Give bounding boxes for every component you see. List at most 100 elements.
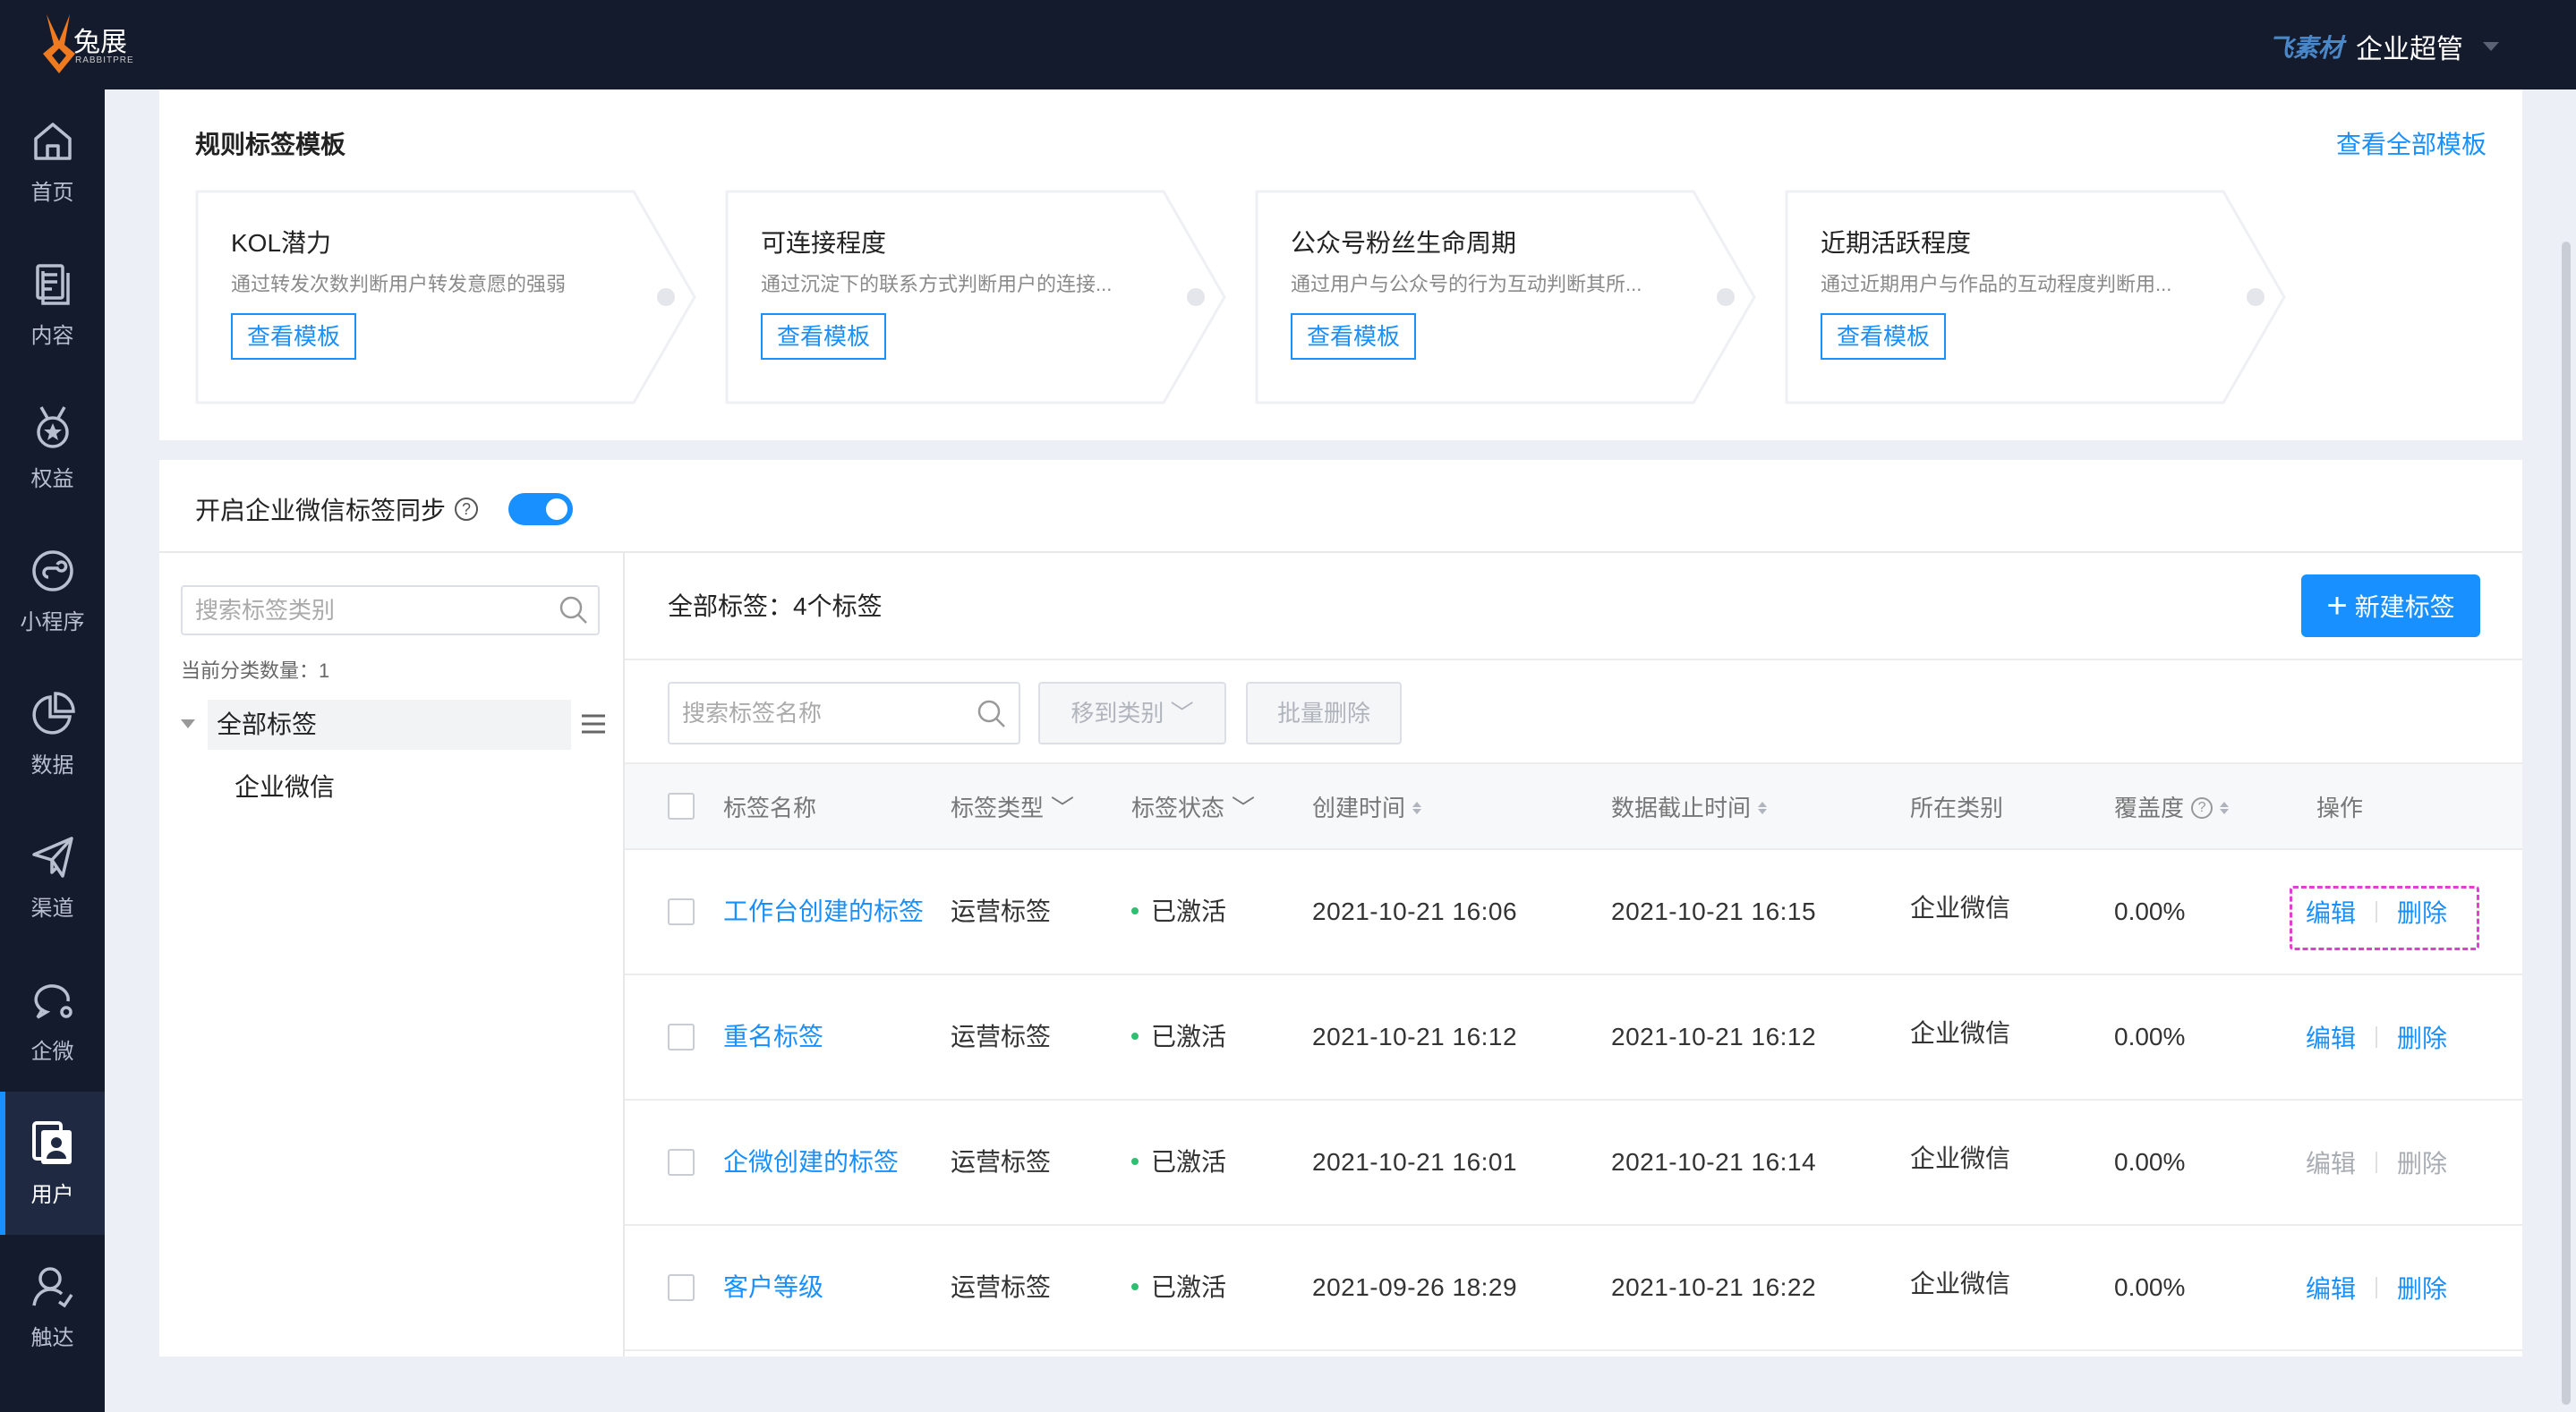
row-checkbox[interactable] — [668, 1274, 695, 1301]
tag-coverage: 0.00% — [2114, 897, 2186, 925]
column-header-created[interactable]: 创建时间 — [1312, 764, 1422, 852]
column-header-type[interactable]: 标签类型 ﹀ — [951, 764, 1074, 852]
sidebar-item-label: 小程序 — [20, 609, 85, 634]
sidebar-item-label: 权益 — [30, 466, 74, 491]
deadline-time: 2021-10-21 16:12 — [1611, 1023, 1817, 1050]
user-menu[interactable]: 飞素材 企业超管 — [2268, 27, 2499, 66]
pie-chart-icon — [31, 691, 75, 735]
search-icon[interactable] — [558, 594, 590, 626]
sidebar-item-users[interactable]: 用户 — [0, 1092, 105, 1235]
sidebar-item-reach[interactable]: 触达 — [0, 1235, 105, 1378]
logo-text: 兔展 — [73, 27, 127, 58]
created-time: 2021-10-21 16:06 — [1312, 897, 1518, 925]
view-template-button[interactable]: 查看模板 — [761, 313, 887, 360]
row-checkbox[interactable] — [668, 898, 695, 925]
column-header-coverage[interactable]: 覆盖度? — [2114, 764, 2230, 852]
template-card-fan-lifecycle: 公众号粉丝生命周期 通过用户与公众号的行为互动判断其所... 查看模板 — [1255, 190, 1756, 404]
edit-button[interactable]: 编辑 — [2306, 1019, 2356, 1055]
menu-icon[interactable] — [580, 710, 607, 737]
sort-icon — [1412, 802, 1422, 814]
divider — [625, 659, 2522, 660]
sidebar-item-content[interactable]: 内容 — [0, 233, 105, 376]
row-actions: 编辑 删除 — [2306, 1101, 2447, 1224]
column-header-name: 标签名称 — [723, 795, 817, 821]
view-template-button[interactable]: 查看模板 — [1291, 313, 1417, 360]
status-dot-icon — [1131, 906, 1139, 914]
sidebar-item-home[interactable]: 首页 — [0, 89, 105, 233]
tag-category: 企业微信 — [1910, 894, 2011, 922]
brand-label: 飞素材 — [2267, 34, 2343, 62]
sync-toggle[interactable] — [508, 493, 574, 525]
status-dot-icon — [1131, 1032, 1139, 1040]
move-to-category-button[interactable]: 移到类别 ﹀ — [1038, 682, 1226, 744]
delete-button[interactable]: 删除 — [2397, 1019, 2447, 1055]
template-card-title: 可连接程度 — [761, 229, 887, 257]
sidebar: 首页 内容 权益 小程序 数据 渠道 企微 用户 触达 — [0, 89, 105, 1412]
sort-icon — [1758, 802, 1768, 814]
sidebar-item-channel[interactable]: 渠道 — [0, 805, 105, 948]
deadline-time: 2021-10-21 16:14 — [1611, 1148, 1817, 1176]
row-actions: 编辑 删除 — [2306, 975, 2447, 1099]
logo-subtext: RABBITPRE — [75, 55, 134, 65]
category-column: 搜索标签类别 当前分类数量：1 全部标签 企业微信 — [159, 553, 625, 1357]
tag-coverage: 0.00% — [2114, 1148, 2186, 1176]
sidebar-item-label: 用户 — [30, 1182, 74, 1207]
tag-name-link[interactable]: 重名标签 — [723, 975, 823, 1099]
tag-type: 运营标签 — [951, 1273, 1052, 1301]
sidebar-item-label: 内容 — [30, 323, 74, 348]
tag-type: 运营标签 — [951, 897, 1052, 925]
template-card-kol: KOL潜力 通过转发次数判断用户转发意愿的强弱 查看模板 — [195, 190, 696, 404]
new-tag-button[interactable]: + 新建标签 — [2301, 574, 2480, 637]
tag-name-link[interactable]: 企微创建的标签 — [723, 1101, 899, 1224]
tags-summary: 全部标签：4个标签 — [668, 592, 883, 620]
help-icon[interactable]: ? — [2191, 797, 2213, 819]
sidebar-item-wecom[interactable]: 企微 — [0, 948, 105, 1092]
column-header-status[interactable]: 标签状态 ﹀ — [1131, 764, 1255, 852]
filter-chevron-icon: ﹀ — [1232, 795, 1256, 821]
tree-caret-icon[interactable] — [181, 719, 195, 728]
row-checkbox[interactable] — [668, 1149, 695, 1176]
help-icon[interactable]: ? — [455, 498, 479, 521]
home-icon — [33, 122, 72, 160]
page-scrollbar-thumb[interactable] — [2562, 242, 2571, 1405]
tag-type: 运营标签 — [951, 1023, 1052, 1050]
tag-name-link[interactable]: 客户等级 — [723, 1226, 823, 1349]
table-header: 标签名称 标签类型 ﹀ 标签状态 ﹀ 创建时间 数据截止时间 所在类别 覆盖度? 操… — [625, 762, 2522, 850]
select-all-checkbox[interactable] — [668, 793, 695, 820]
template-card-shape — [195, 190, 696, 404]
tag-name-link[interactable]: 工作台创建的标签 — [723, 850, 924, 974]
delete-button[interactable]: 删除 — [2397, 1270, 2447, 1306]
created-time: 2021-10-21 16:01 — [1312, 1148, 1518, 1176]
category-node-wecom[interactable]: 企业微信 — [235, 768, 335, 804]
batch-delete-button[interactable]: 批量删除 — [1246, 682, 1402, 744]
tag-search-input[interactable]: 搜索标签名称 — [668, 682, 1020, 744]
sidebar-item-mini-program[interactable]: 小程序 — [0, 519, 105, 662]
action-separator — [2376, 1026, 2378, 1048]
search-icon[interactable] — [976, 698, 1008, 730]
sidebar-item-label: 触达 — [30, 1325, 74, 1350]
view-all-templates-link[interactable]: 查看全部模板 — [2336, 125, 2486, 161]
sidebar-item-data[interactable]: 数据 — [0, 662, 105, 805]
tag-category: 企业微信 — [1910, 1270, 2011, 1297]
edit-button[interactable]: 编辑 — [2306, 1270, 2356, 1306]
column-header-deadline[interactable]: 数据截止时间 — [1611, 764, 1768, 852]
move-to-category-label: 移到类别 — [1070, 700, 1164, 727]
tag-management-panel: 开启企业微信标签同步 ? 搜索标签类别 当前分类数量：1 全部标签 企业微信 全… — [159, 460, 2522, 1357]
template-card-recent-activity: 近期活跃程度 通过近期用户与作品的互动程度判断用... 查看模板 — [1785, 190, 2286, 404]
mini-program-icon — [31, 549, 73, 591]
plus-icon: + — [2326, 586, 2348, 625]
category-node-all[interactable]: 全部标签 — [208, 700, 571, 750]
template-card-shape — [1255, 190, 1756, 404]
chevron-down-icon — [2483, 42, 2499, 51]
focus-highlight — [2290, 886, 2479, 950]
category-search-input[interactable]: 搜索标签类别 — [181, 585, 600, 635]
row-checkbox[interactable] — [668, 1024, 695, 1050]
deadline-time: 2021-10-21 16:15 — [1611, 897, 1817, 925]
table-row: 企微创建的标签 运营标签 已激活 2021-10-21 16:01 2021-1… — [625, 1101, 2522, 1226]
view-template-button[interactable]: 查看模板 — [1821, 313, 1947, 360]
paper-plane-icon — [31, 836, 73, 878]
sidebar-item-benefits[interactable]: 权益 — [0, 376, 105, 519]
view-template-button[interactable]: 查看模板 — [231, 313, 357, 360]
sidebar-item-label: 企微 — [30, 1039, 74, 1064]
template-card-title: 公众号粉丝生命周期 — [1291, 229, 1517, 257]
